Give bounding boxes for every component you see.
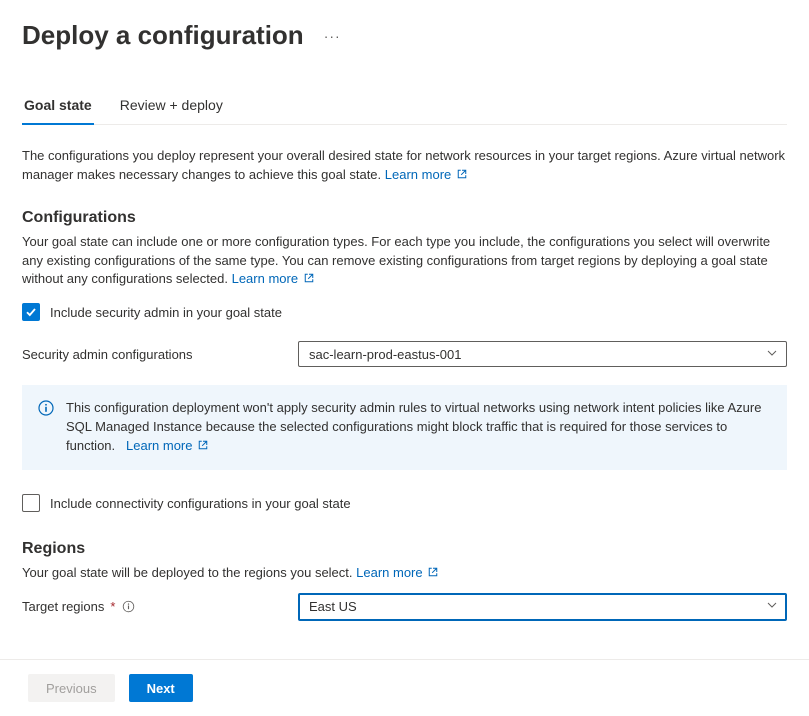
info-icon[interactable] [121,600,135,614]
include-connectivity-checkbox[interactable] [22,494,40,512]
tab-goal-state[interactable]: Goal state [22,89,94,125]
more-actions-icon[interactable]: ··· [324,28,341,44]
target-regions-label: Target regions * [22,599,298,614]
chevron-down-icon [766,347,778,362]
info-learn-more-link[interactable]: Learn more [122,438,208,453]
info-text: This configuration deployment won't appl… [66,399,771,456]
security-admin-label: Security admin configurations [22,347,298,362]
external-link-icon [198,441,208,453]
configurations-heading: Configurations [22,209,787,227]
include-security-checkbox[interactable] [22,303,40,321]
next-button[interactable]: Next [129,674,193,702]
regions-desc: Your goal state will be deployed to the … [22,564,787,583]
target-regions-value: East US [309,599,357,614]
include-connectivity-label: Include connectivity configurations in y… [50,496,351,511]
configurations-desc: Your goal state can include one or more … [22,233,787,290]
include-security-label: Include security admin in your goal stat… [50,305,282,320]
chevron-down-icon [766,599,778,614]
page-title: Deploy a configuration [22,20,304,51]
previous-button[interactable]: Previous [28,674,115,702]
tab-strip: Goal state Review + deploy [22,89,787,125]
footer-bar: Previous Next [0,659,809,716]
security-admin-value: sac-learn-prod-eastus-001 [309,347,461,362]
external-link-icon [428,568,438,580]
info-icon [38,400,54,456]
external-link-icon [457,170,467,182]
intro-paragraph: The configurations you deploy represent … [22,147,787,185]
security-admin-dropdown[interactable]: sac-learn-prod-eastus-001 [298,341,787,367]
intro-learn-more-link[interactable]: Learn more [385,167,467,182]
regions-learn-more-link[interactable]: Learn more [356,565,438,580]
tab-review-deploy[interactable]: Review + deploy [118,89,225,125]
regions-heading: Regions [22,540,787,558]
info-banner: This configuration deployment won't appl… [22,385,787,470]
external-link-icon [304,274,314,286]
required-asterisk: * [110,599,115,614]
target-regions-dropdown[interactable]: East US [298,593,787,621]
configurations-learn-more-link[interactable]: Learn more [232,271,314,286]
